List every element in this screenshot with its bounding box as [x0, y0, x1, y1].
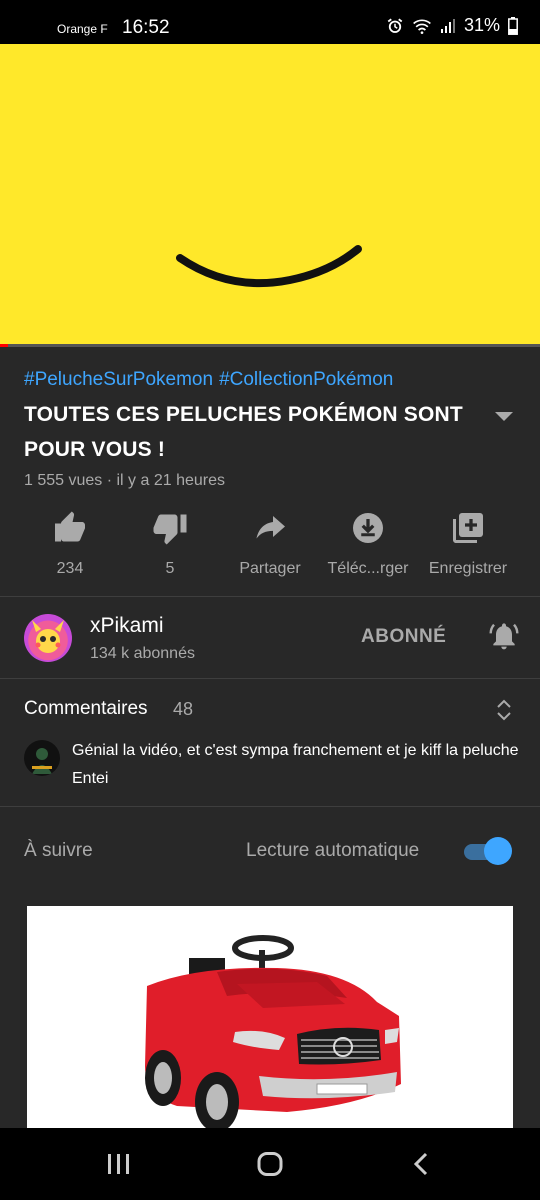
- expand-comments-icon[interactable]: [493, 698, 515, 722]
- battery-icon: [508, 16, 518, 35]
- share-icon: [256, 516, 285, 539]
- hashtags: #PelucheSurPokemon #CollectionPokémon: [24, 369, 399, 391]
- video-title: TOUTES CES PELUCHES POKÉMON SONT POUR VO…: [24, 403, 463, 461]
- video-progress-fill: [0, 344, 9, 347]
- status-icons: 31%: [386, 15, 518, 36]
- save-label: Enregistrer: [428, 560, 508, 577]
- hashtag-link[interactable]: #PelucheSurPokemon: [24, 369, 213, 390]
- video-player[interactable]: [0, 44, 540, 346]
- next-video-thumbnail[interactable]: [27, 906, 513, 1128]
- video-progress-bar[interactable]: [0, 344, 540, 347]
- commenter-avatar[interactable]: [24, 740, 60, 776]
- autoplay-label: Lecture automatique: [246, 840, 420, 861]
- wifi-icon: [413, 19, 431, 34]
- download-button[interactable]: Téléc...rger: [318, 510, 418, 578]
- top-comment-text: Génial la vidéo, et c'est sympa franchem…: [72, 742, 519, 787]
- commenter-avatar-art: [32, 748, 52, 774]
- notification-bell-icon[interactable]: [488, 620, 520, 652]
- up-next-label: À suivre: [24, 840, 93, 861]
- system-nav-bar: [0, 1128, 540, 1200]
- action-row: 234 5 Partager Téléc...rger Enregistrer: [0, 510, 540, 580]
- red-toy-car-image: [145, 935, 401, 1128]
- divider: [0, 806, 540, 807]
- alarm-icon: [387, 18, 403, 33]
- recent-apps-icon[interactable]: [106, 1152, 132, 1176]
- signal-icon: [440, 18, 455, 33]
- carrier-label: Orange F: [57, 22, 108, 36]
- hashtag-link[interactable]: #CollectionPokémon: [219, 369, 393, 390]
- back-icon[interactable]: [410, 1152, 434, 1176]
- share-label: Partager: [239, 560, 301, 577]
- save-button[interactable]: Enregistrer: [418, 510, 518, 578]
- divider: [0, 596, 540, 597]
- comments-heading[interactable]: Commentaires: [24, 698, 148, 720]
- smiley-mouth: [176, 245, 362, 288]
- download-label: Téléc...rger: [327, 560, 409, 577]
- share-button[interactable]: Partager: [220, 510, 320, 578]
- comments-count: 48: [173, 699, 194, 719]
- dislike-button[interactable]: 5: [120, 510, 220, 578]
- avatar-art: [32, 620, 64, 653]
- dislike-icon: [153, 514, 187, 545]
- status-bar: Orange F 16:52 31%: [0, 0, 540, 44]
- subscriber-count: 134 k abonnés: [90, 645, 195, 662]
- download-icon: [353, 513, 383, 543]
- like-count: 234: [56, 560, 84, 577]
- video-meta: 1 555 vues · il y a 21 heures: [24, 472, 226, 489]
- like-button[interactable]: 234: [20, 510, 120, 578]
- clock: 16:52: [122, 17, 170, 38]
- channel-name[interactable]: xPikami: [90, 614, 164, 638]
- save-playlist-icon: [453, 513, 483, 543]
- home-icon[interactable]: [256, 1152, 284, 1176]
- like-icon: [55, 511, 85, 542]
- channel-avatar[interactable]: [24, 614, 72, 662]
- subscribe-button[interactable]: ABONNÉ: [361, 626, 446, 648]
- expand-description-icon[interactable]: [492, 404, 516, 428]
- autoplay-toggle[interactable]: [462, 837, 512, 865]
- dislike-count: 5: [165, 560, 175, 577]
- battery-percent: 31%: [463, 15, 500, 35]
- divider: [0, 678, 540, 679]
- autoplay-toggle-knob: [484, 837, 512, 865]
